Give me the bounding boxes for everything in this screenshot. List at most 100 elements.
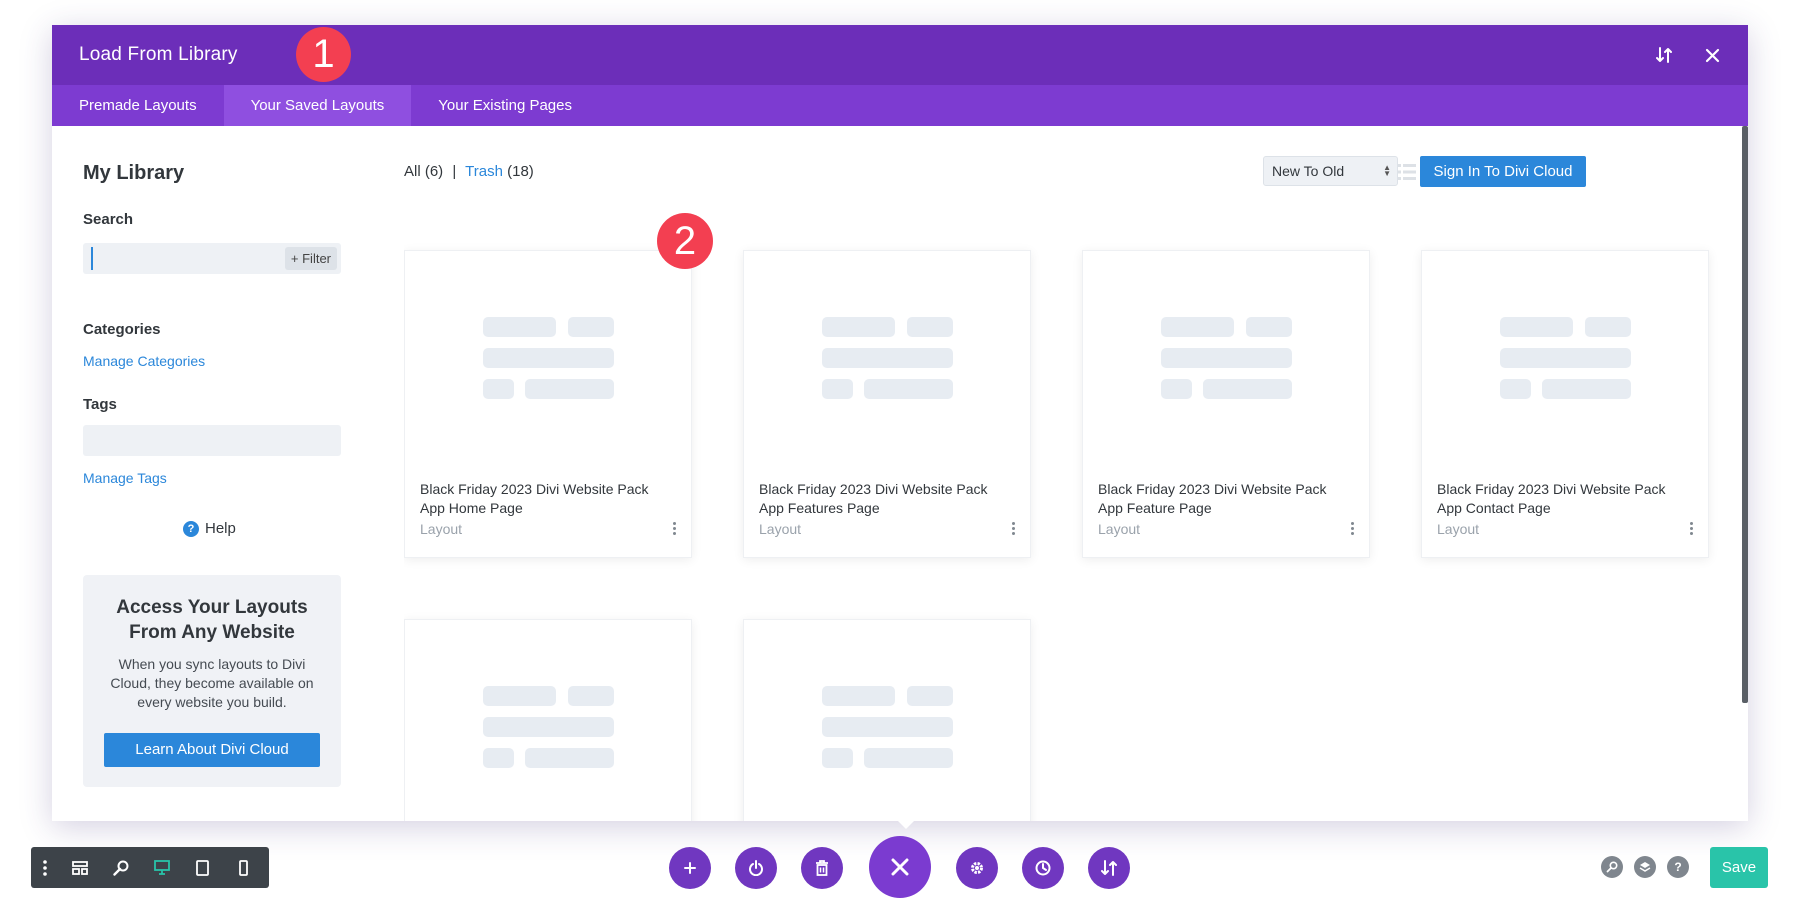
thumbnail-placeholder: [1542, 379, 1631, 399]
gear-icon: [971, 862, 983, 874]
plus-icon: [684, 862, 696, 874]
thumbnail-placeholder: [483, 348, 614, 368]
search-icon[interactable]: [1601, 856, 1623, 878]
all-filter[interactable]: All (6): [404, 163, 443, 180]
more-menu-icon[interactable]: [31, 847, 59, 888]
more-options-icon[interactable]: [1686, 520, 1696, 540]
desktop-view-icon[interactable]: [141, 847, 182, 888]
card-title: Black Friday 2023 Divi Website Pack App …: [1098, 481, 1327, 516]
header-actions: [1652, 25, 1724, 85]
layout-card[interactable]: Black Friday 2023 Divi Website Pack App …: [743, 250, 1031, 558]
count-separator: |: [452, 163, 457, 180]
manage-categories-link[interactable]: Manage Categories: [83, 353, 205, 369]
tags-input[interactable]: [83, 425, 341, 456]
load-from-library-modal: Load From Library Premade Layouts Your S…: [52, 25, 1748, 821]
learn-about-divi-cloud-button[interactable]: Learn About Divi Cloud: [104, 733, 320, 767]
thumbnail-placeholder: [1500, 317, 1573, 337]
layout-count: All (6) | Trash (18): [404, 163, 534, 180]
manage-tags-link[interactable]: Manage Tags: [83, 470, 167, 486]
card-type: Layout: [1437, 521, 1480, 537]
select-arrows-icon: ▲ ▼: [1383, 163, 1391, 178]
modal-pointer: [895, 818, 917, 829]
search-label: Search: [83, 211, 134, 228]
trash-link[interactable]: Trash: [465, 163, 503, 180]
thumbnail-placeholder: [568, 317, 614, 337]
thumbnail-placeholder: [1585, 317, 1631, 337]
layers-icon[interactable]: [1634, 856, 1656, 878]
more-options-icon[interactable]: [1008, 520, 1018, 540]
sort-toggle-icon[interactable]: [1652, 43, 1676, 67]
more-options-icon[interactable]: [1347, 520, 1357, 540]
card-title: Black Friday 2023 Divi Website Pack App …: [1437, 481, 1666, 516]
thumbnail-placeholder: [907, 317, 953, 337]
portability-sort-button[interactable]: [1088, 847, 1130, 889]
thumbnail-placeholder: [822, 686, 895, 706]
zoom-icon[interactable]: [100, 847, 141, 888]
step-badge-2: 2: [657, 213, 713, 269]
clear-layout-button[interactable]: [801, 847, 843, 889]
trash-icon: [816, 860, 828, 876]
thumbnail-placeholder: [822, 379, 853, 399]
phone-view-icon[interactable]: [223, 847, 264, 888]
view-mode-toolbar: [31, 847, 269, 888]
sort-value: New To Old: [1272, 163, 1345, 179]
help-icon: ?: [183, 520, 199, 537]
card-type: Layout: [759, 521, 802, 537]
help-icon[interactable]: ?: [1667, 856, 1689, 878]
thumbnail-placeholder: [864, 748, 953, 768]
sidebar-title: My Library: [83, 162, 185, 184]
history-button[interactable]: [1022, 847, 1064, 889]
trash-count: (18): [507, 163, 534, 180]
help-label: Help: [205, 520, 236, 537]
tablet-view-icon[interactable]: [182, 847, 223, 888]
page-settings-button[interactable]: [956, 847, 998, 889]
step-badge-1: 1: [296, 27, 351, 82]
card-type: Layout: [1098, 521, 1141, 537]
thumbnail-placeholder: [1500, 379, 1531, 399]
layout-card[interactable]: Black Friday 2023 Divi Website Pack App …: [1421, 250, 1709, 558]
wireframe-view-icon[interactable]: [59, 847, 100, 888]
tags-label: Tags: [83, 396, 117, 413]
thumbnail-placeholder: [483, 717, 614, 737]
tab-your-existing-pages[interactable]: Your Existing Pages: [411, 85, 599, 126]
sign-in-divi-cloud-button[interactable]: Sign In To Divi Cloud: [1420, 156, 1586, 187]
layout-card[interactable]: Black Friday 2023 Divi Website Pack App …: [1082, 250, 1370, 558]
more-options-icon[interactable]: [669, 520, 679, 540]
card-title: Black Friday 2023 Divi Website Pack App …: [759, 481, 988, 516]
list-view-icon[interactable]: [1398, 163, 1418, 183]
scrollbar[interactable]: [1742, 126, 1748, 703]
card-type: Layout: [420, 521, 463, 537]
sort-select[interactable]: New To Old ▲ ▼: [1263, 156, 1398, 186]
tab-your-saved-layouts[interactable]: Your Saved Layouts: [223, 85, 412, 126]
layout-card[interactable]: [743, 619, 1031, 821]
thumbnail-placeholder: [907, 686, 953, 706]
search-box: + Filter: [83, 243, 341, 274]
library-main: All (6) | Trash (18) New To Old ▲ ▼ Sign …: [404, 126, 1740, 821]
promo-text: When you sync layouts to Divi Cloud, the…: [110, 656, 314, 710]
thumbnail-placeholder: [483, 748, 514, 768]
card-title: Black Friday 2023 Divi Website Pack App …: [420, 481, 649, 516]
search-input[interactable]: [91, 247, 271, 270]
thumbnail-placeholder: [525, 748, 614, 768]
save-button[interactable]: Save: [1710, 847, 1768, 888]
add-section-button[interactable]: [669, 847, 711, 889]
thumbnail-placeholder: [568, 686, 614, 706]
thumbnail-placeholder: [525, 379, 614, 399]
thumbnail-placeholder: [822, 348, 953, 368]
thumbnail-placeholder: [864, 379, 953, 399]
library-tabs: Premade Layouts Your Saved Layouts Your …: [52, 85, 1748, 126]
thumbnail-placeholder: [822, 317, 895, 337]
tab-premade-layouts[interactable]: Premade Layouts: [52, 85, 224, 126]
close-icon[interactable]: [1700, 43, 1724, 67]
close-icon: [891, 858, 909, 876]
thumbnail-placeholder: [483, 686, 556, 706]
layout-card[interactable]: [404, 619, 692, 821]
filter-button[interactable]: + Filter: [284, 247, 337, 270]
close-library-button[interactable]: [869, 836, 931, 898]
thumbnail-placeholder: [1161, 379, 1192, 399]
portability-button[interactable]: [735, 847, 777, 889]
layout-card[interactable]: Black Friday 2023 Divi Website Pack App …: [404, 250, 692, 558]
help-link[interactable]: ? Help: [183, 520, 236, 537]
thumbnail-placeholder: [822, 717, 953, 737]
modal-title: Load From Library: [79, 44, 238, 65]
